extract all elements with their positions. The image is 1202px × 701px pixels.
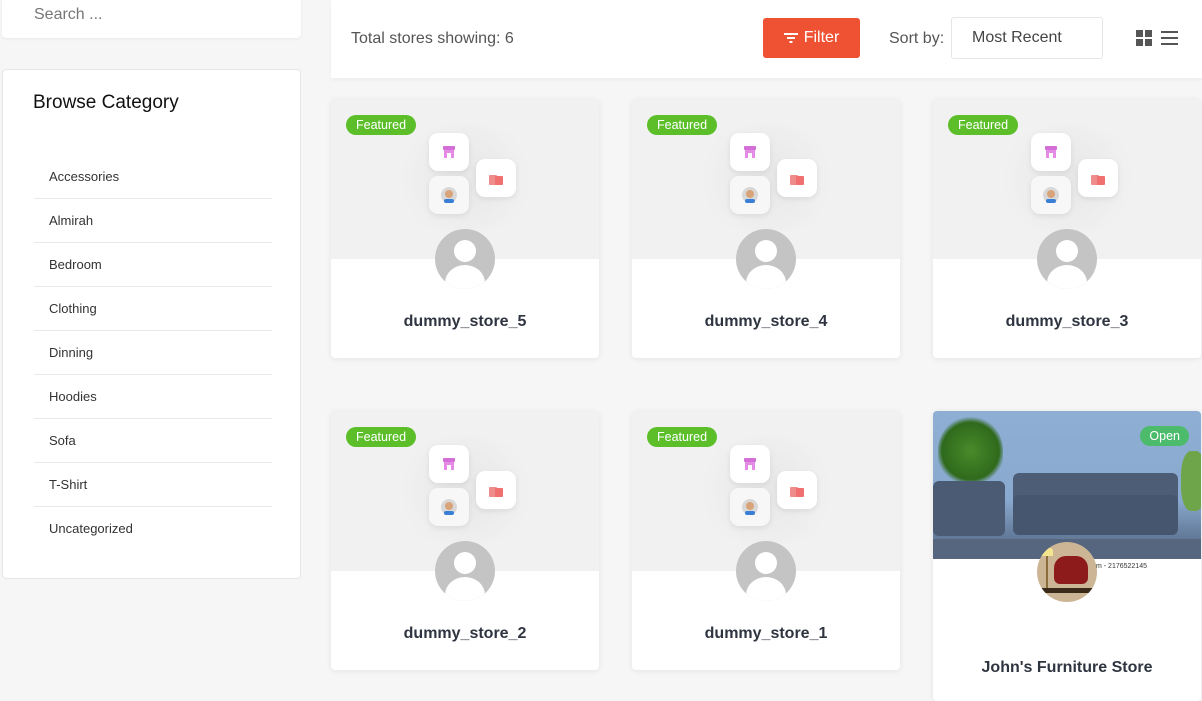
store-card[interactable]: Open m - 2176522145 John's Furniture Sto… xyxy=(933,411,1201,701)
category-item[interactable]: Sofa xyxy=(34,419,272,463)
category-item[interactable]: Bedroom xyxy=(34,243,272,287)
store-name[interactable]: dummy_store_1 xyxy=(632,625,900,643)
browse-category-title: Browse Category xyxy=(33,92,179,113)
user-face-icon xyxy=(730,176,770,214)
shop-icon xyxy=(429,133,469,171)
featured-badge: Featured xyxy=(647,427,718,447)
category-link[interactable]: Hoodies xyxy=(49,389,97,404)
store-card[interactable]: Featured dummy_store_5 xyxy=(331,99,599,358)
store-avatar xyxy=(435,229,495,289)
featured-badge: Featured xyxy=(346,427,417,447)
category-item[interactable]: Clothing xyxy=(34,287,272,331)
shop-icon xyxy=(429,445,469,483)
featured-badge: Featured xyxy=(948,115,1019,135)
store-card[interactable]: Featured dummy_store_3 xyxy=(933,99,1201,358)
filter-icon xyxy=(783,33,798,43)
store-card[interactable]: Featured dummy_store_1 xyxy=(632,411,900,670)
open-status-badge: Open xyxy=(1140,426,1189,446)
user-face-icon xyxy=(730,488,770,526)
store-avatar xyxy=(435,541,495,601)
shop-icon xyxy=(730,445,770,483)
user-face-icon xyxy=(429,488,469,526)
category-item[interactable]: Uncategorized xyxy=(34,507,272,551)
featured-badge: Featured xyxy=(647,115,718,135)
store-list-toolbar: Total stores showing: 6 Filter Sort by: … xyxy=(331,0,1202,78)
store-name[interactable]: dummy_store_5 xyxy=(331,313,599,331)
category-link[interactable]: Almirah xyxy=(49,213,93,228)
category-item[interactable]: Dinning xyxy=(34,331,272,375)
armchair-image xyxy=(933,481,1005,536)
category-list: Accessories Almirah Bedroom Clothing Din… xyxy=(34,155,272,551)
store-avatar xyxy=(736,229,796,289)
total-stores-count: Total stores showing: 6 xyxy=(351,30,514,47)
list-view-icon[interactable] xyxy=(1161,31,1178,45)
category-link[interactable]: T-Shirt xyxy=(49,477,87,492)
shop-icon xyxy=(1031,133,1071,171)
plant-image xyxy=(1181,451,1201,511)
search-input[interactable] xyxy=(34,6,284,24)
store-avatar xyxy=(736,541,796,601)
category-link[interactable]: Sofa xyxy=(49,433,76,448)
filter-button-label: Filter xyxy=(803,29,840,46)
user-face-icon xyxy=(429,176,469,214)
shopping-bag-icon xyxy=(476,159,516,197)
sort-select[interactable]: Most Recent xyxy=(951,17,1103,59)
category-item[interactable]: Accessories xyxy=(34,155,272,199)
store-name[interactable]: dummy_store_3 xyxy=(933,313,1201,331)
grid-view-icon[interactable] xyxy=(1136,30,1152,46)
category-link[interactable]: Uncategorized xyxy=(49,521,133,536)
search-box xyxy=(2,0,301,38)
shop-icon xyxy=(730,133,770,171)
banner-phone-text: m - 2176522145 xyxy=(1096,563,1147,570)
category-item[interactable]: Almirah xyxy=(34,199,272,243)
featured-badge: Featured xyxy=(346,115,417,135)
store-name[interactable]: John's Furniture Store xyxy=(933,659,1201,677)
filter-button[interactable]: Filter xyxy=(763,18,860,58)
category-link[interactable]: Accessories xyxy=(49,169,119,184)
user-face-icon xyxy=(1031,176,1071,214)
store-card[interactable]: Featured dummy_store_2 xyxy=(331,411,599,670)
category-item[interactable]: T-Shirt xyxy=(34,463,272,507)
plant-image xyxy=(938,416,1003,486)
category-item[interactable]: Hoodies xyxy=(34,375,272,419)
store-card[interactable]: Featured dummy_store_4 xyxy=(632,99,900,358)
browse-category-widget: Browse Category Accessories Almirah Bedr… xyxy=(2,69,301,579)
sort-label: Sort by: xyxy=(889,30,945,47)
store-name[interactable]: dummy_store_2 xyxy=(331,625,599,643)
category-link[interactable]: Dinning xyxy=(49,345,93,360)
shopping-bag-icon xyxy=(777,159,817,197)
shopping-bag-icon xyxy=(777,471,817,509)
shopping-bag-icon xyxy=(476,471,516,509)
shopping-bag-icon xyxy=(1078,159,1118,197)
store-avatar xyxy=(1037,229,1097,289)
category-link[interactable]: Bedroom xyxy=(49,257,102,272)
store-name[interactable]: dummy_store_4 xyxy=(632,313,900,331)
sofa-seat-image xyxy=(1013,495,1178,535)
category-link[interactable]: Clothing xyxy=(49,301,97,316)
store-logo xyxy=(1037,542,1097,602)
